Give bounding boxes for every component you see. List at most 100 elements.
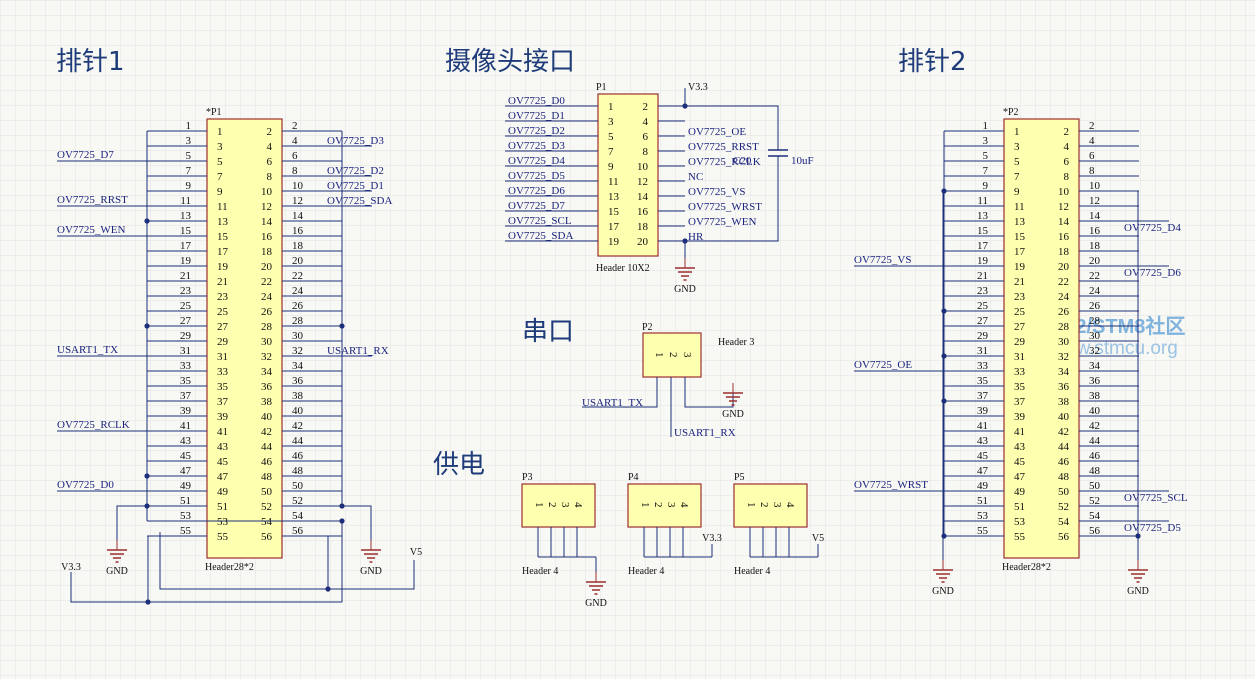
header2-pin-number: 23 — [1014, 291, 1026, 303]
header2-designator: *P2 — [1003, 107, 1019, 118]
header2-pin-number: 45 — [977, 450, 989, 462]
header1-pin-number: 22 — [261, 276, 272, 288]
power-rail-label: V3.3 — [61, 562, 81, 573]
header2-pin-number: 37 — [1014, 396, 1026, 408]
header2-pin-number: 11 — [977, 195, 988, 207]
header1-pin-number: 43 — [180, 435, 192, 447]
header1-pin-number: 26 — [261, 306, 273, 318]
header1-pin-number: 53 — [180, 510, 192, 522]
title-power: 供电 — [433, 450, 485, 480]
schematic-sheet: 排针1 摄像头接口 排针2 串口 供电 *P1 Header28*2 *P2 H… — [0, 0, 1255, 679]
header1-pin-number: 3 — [186, 135, 192, 147]
header1-pin-number: 5 — [186, 150, 192, 162]
header1-pin-number: 7 — [186, 165, 192, 177]
header2-pin-number: 24 — [1058, 291, 1070, 303]
header1-pin-number: 2 — [292, 120, 298, 132]
cap-value: 10uF — [791, 155, 814, 167]
header2-pin-number: 46 — [1058, 456, 1070, 468]
net-label-usart1_rx: USART1_RX — [327, 345, 389, 357]
power-header-pin-number: 3 — [559, 502, 571, 508]
camera-pin-number: 10 — [637, 161, 649, 173]
header1-pin-number: 50 — [292, 480, 304, 492]
header2-pin-number: 22 — [1058, 276, 1069, 288]
header2-pin-number: 44 — [1058, 441, 1070, 453]
header2-pin-number: 27 — [977, 315, 989, 327]
header1-pin-number: 13 — [180, 210, 192, 222]
net-label-ov7725_d4: OV7725_D4 — [1124, 222, 1181, 234]
header2-pin-number: 46 — [1089, 450, 1101, 462]
header1-pin-number: 30 — [292, 330, 304, 342]
header1-pin-number: 14 — [261, 216, 273, 228]
header1-pin-number: 1 — [217, 126, 223, 138]
header1-pin-number: 46 — [261, 456, 273, 468]
header1-pin-number: 2 — [267, 126, 273, 138]
header2-pin-number: 40 — [1058, 411, 1070, 423]
header2-pin-number: 5 — [1014, 156, 1020, 168]
header2-pin-number: 41 — [1014, 426, 1025, 438]
header2-pin-number: 48 — [1058, 471, 1070, 483]
header1-pin-number: 40 — [292, 405, 304, 417]
camera-net-label: OV7725_RCLK — [688, 156, 761, 168]
net-label-ov7725_d3: OV7725_D3 — [327, 135, 384, 147]
header2-pin-number: 51 — [1014, 501, 1025, 513]
header1-pin-number: 28 — [261, 321, 273, 333]
header1-pin-number: 51 — [180, 495, 191, 507]
title-camera: 摄像头接口 — [445, 47, 575, 77]
camera-pin-number: 11 — [608, 176, 619, 188]
header2-pin-number: 33 — [1014, 366, 1026, 378]
header2-pin-number: 11 — [1014, 201, 1025, 213]
header1-pin-number: 44 — [261, 441, 273, 453]
header1-pin-number: 30 — [261, 336, 273, 348]
header1-designator: *P1 — [206, 107, 222, 118]
net-label-ov7725_wrst: OV7725_WRST — [854, 479, 928, 491]
header1-pin-number: 9 — [186, 180, 192, 192]
header2-pin-number: 8 — [1089, 165, 1095, 177]
net-label-ov7725_d2: OV7725_D2 — [327, 165, 384, 177]
title-header2: 排针2 — [898, 47, 967, 77]
header1-pin-number: 37 — [180, 390, 192, 402]
power-header-designator: P5 — [734, 472, 745, 483]
header2-pin-number: 16 — [1089, 225, 1101, 237]
camera-net-label: OV7725_RRST — [688, 141, 759, 153]
header2-pin-number: 30 — [1089, 330, 1101, 342]
header1-pin-number: 21 — [180, 270, 191, 282]
header1-pin-number: 5 — [217, 156, 223, 168]
header1-pin-number: 55 — [217, 531, 229, 543]
header1-pin-number: 40 — [261, 411, 273, 423]
power-header-footprint: Header 4 — [628, 566, 664, 577]
header1-pin-number: 20 — [261, 261, 273, 273]
header1-pin-number: 41 — [180, 420, 191, 432]
junction-dot — [339, 323, 345, 329]
camera-pin-number: 15 — [608, 206, 620, 218]
header1-pin-number: 12 — [292, 195, 303, 207]
header1-pin-number: 39 — [217, 411, 229, 423]
header1-pin-number: 14 — [292, 210, 304, 222]
header1-pin-number: 18 — [292, 240, 304, 252]
camera-net-label: OV7725_D7 — [508, 200, 565, 212]
header2-pin-number: 7 — [983, 165, 989, 177]
header1-footprint: Header28*2 — [205, 562, 254, 573]
header2-pin-number: 36 — [1058, 381, 1070, 393]
header2-pin-number: 12 — [1058, 201, 1069, 213]
header2-pin-number: 45 — [1014, 456, 1026, 468]
camera-net-label: OV7725_D0 — [508, 95, 565, 107]
net-label-ov7725_oe: OV7725_OE — [854, 359, 912, 371]
header2-pin-number: 9 — [1014, 186, 1020, 198]
header2-pin-number: 26 — [1089, 300, 1101, 312]
junction-dot — [144, 323, 150, 329]
net-label-ov7725_wen: OV7725_WEN — [57, 224, 125, 236]
camera-net-label: OV7725_VS — [688, 186, 745, 198]
header2-pin-number: 52 — [1058, 501, 1069, 513]
camera-net-label: OV7725_D6 — [508, 185, 565, 197]
power-header-pin-number: 4 — [678, 502, 690, 508]
header2-pin-number: 53 — [1014, 516, 1026, 528]
header2-pin-number: 43 — [977, 435, 989, 447]
title-serial: 串口 — [522, 317, 574, 347]
power-header-footprint: Header 4 — [522, 566, 558, 577]
header1-pin-number: 6 — [292, 150, 298, 162]
header2-pin-number: 40 — [1089, 405, 1101, 417]
camera-v33-label: V3.3 — [688, 82, 708, 93]
header2-pin-number: 48 — [1089, 465, 1101, 477]
header1-pin-number: 8 — [267, 171, 273, 183]
header1-pin-number: 29 — [180, 330, 192, 342]
